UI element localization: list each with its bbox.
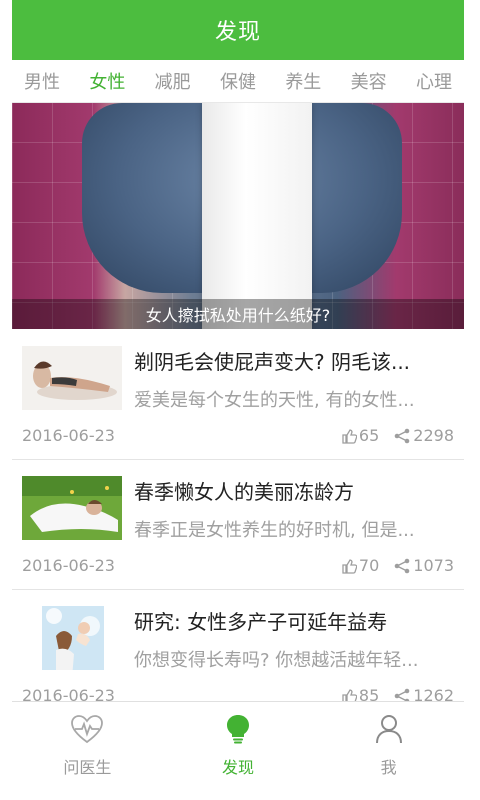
share-icon xyxy=(393,557,411,575)
tab-weight-loss[interactable]: 减肥 xyxy=(155,68,191,94)
share-button[interactable]: 1073 xyxy=(393,556,454,575)
hero-caption-text: 女人擦拭私处用什么纸好? xyxy=(145,306,331,325)
tab-discover[interactable]: 发现 xyxy=(163,702,314,800)
article-date: 2016-06-23 xyxy=(22,556,115,575)
app-frame: 发现 男性 女性 减肥 保健 养生 美容 心理 女人擦拭私处用什么纸好? 剃阴毛… xyxy=(12,0,464,800)
tab-label: 问医生 xyxy=(63,758,112,777)
page-title: 发现 xyxy=(214,20,261,45)
like-button[interactable]: 70 xyxy=(341,556,379,575)
woman-on-grass-photo xyxy=(22,476,122,540)
like-count: 70 xyxy=(358,556,380,575)
tab-label: 我 xyxy=(380,758,397,777)
header-bar: 发现 xyxy=(12,0,464,60)
bottom-tab-bar: 问医生 发现 我 xyxy=(12,701,464,800)
article-title: 春季懒女人的美丽冻龄方 xyxy=(134,480,354,504)
tab-psychology[interactable]: 心理 xyxy=(416,68,452,94)
article-title: 剃阴毛会使屁声变大? 阴毛该... xyxy=(134,350,411,374)
mother-baby-photo xyxy=(42,606,104,670)
category-tabs: 男性 女性 减肥 保健 养生 美容 心理 xyxy=(12,60,464,103)
article-summary: 你想变得长寿吗? 你想越活越年轻... xyxy=(134,650,419,671)
lightbulb-icon xyxy=(225,714,251,754)
tab-label: 发现 xyxy=(222,758,255,777)
tab-ask-doctor[interactable]: 问医生 xyxy=(12,702,163,800)
like-count: 65 xyxy=(358,426,380,445)
share-icon xyxy=(393,427,411,445)
article-date: 2016-06-23 xyxy=(22,426,115,445)
tab-beauty[interactable]: 美容 xyxy=(351,68,387,94)
heart-pulse-icon xyxy=(70,714,104,754)
tab-me[interactable]: 我 xyxy=(313,702,464,800)
thumbs-up-icon xyxy=(341,428,357,444)
like-button[interactable]: 65 xyxy=(341,426,379,445)
article-summary: 春季正是女性养生的好时机, 但是... xyxy=(134,520,415,541)
article-item[interactable]: 春季懒女人的美丽冻龄方 春季正是女性养生的好时机, 但是... 2016-06-… xyxy=(12,460,464,590)
article-item[interactable]: 剃阴毛会使屁声变大? 阴毛该... 爱美是每个女生的天性, 有的女性... 20… xyxy=(12,330,464,460)
person-icon xyxy=(375,714,403,754)
article-list: 剃阴毛会使屁声变大? 阴毛该... 爱美是每个女生的天性, 有的女性... 20… xyxy=(12,330,464,720)
tab-wellness[interactable]: 养生 xyxy=(285,68,321,94)
share-count: 1073 xyxy=(413,556,454,575)
tab-men[interactable]: 男性 xyxy=(24,68,60,94)
hero-image-paper-roll xyxy=(202,103,312,329)
article-title: 研究: 女性多产子可延年益寿 xyxy=(134,610,388,634)
share-count: 2298 xyxy=(413,426,454,445)
article-stats: 70 1073 xyxy=(341,556,454,575)
share-button[interactable]: 2298 xyxy=(393,426,454,445)
tab-women[interactable]: 女性 xyxy=(89,68,125,94)
article-stats: 65 2298 xyxy=(341,426,454,445)
thumbs-up-icon xyxy=(341,558,357,574)
hero-banner[interactable]: 女人擦拭私处用什么纸好? xyxy=(12,103,464,329)
article-summary: 爱美是每个女生的天性, 有的女性... xyxy=(134,390,415,411)
reclining-woman-photo xyxy=(22,346,122,410)
hero-caption: 女人擦拭私处用什么纸好? xyxy=(12,299,464,329)
tab-health-care[interactable]: 保健 xyxy=(220,68,256,94)
